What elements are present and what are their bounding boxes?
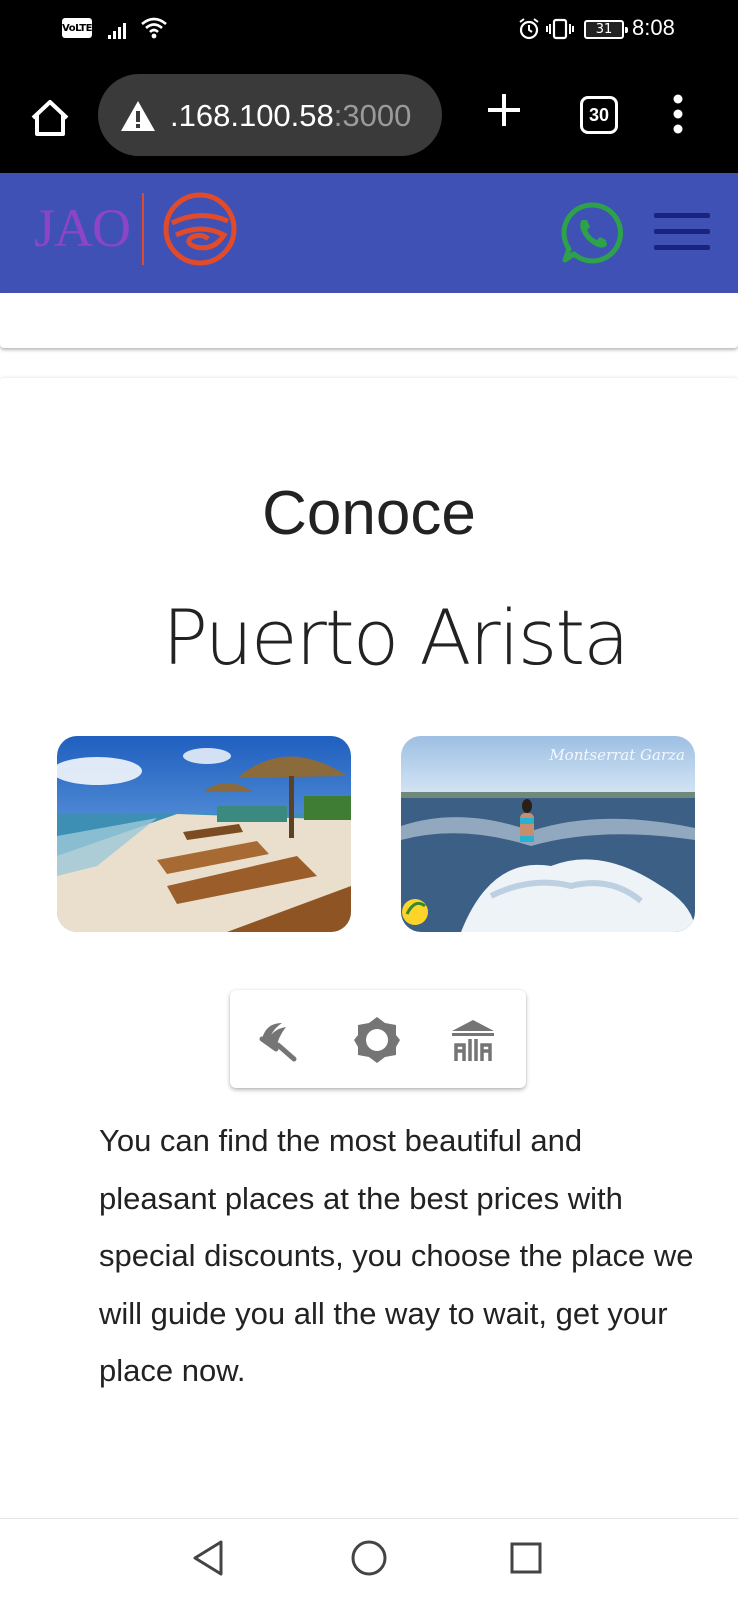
battery-indicator: 31	[584, 20, 628, 39]
home-icon[interactable]	[26, 94, 74, 142]
status-time: 8:08	[632, 15, 675, 40]
beach-photo[interactable]	[57, 736, 351, 932]
collapsed-card	[0, 293, 738, 348]
alarm-icon	[519, 18, 539, 40]
volte-badge: VoLTE	[62, 18, 92, 38]
vibrate-icon	[546, 18, 574, 40]
system-nav-bar	[0, 1518, 738, 1600]
tab-switcher-button[interactable]: 30	[580, 96, 618, 134]
logo-text[interactable]: JAO	[34, 197, 131, 259]
category-toggle-group	[230, 990, 526, 1088]
destination-card: Conoce Puerto Arista Montserrat Garza Yo…	[0, 378, 738, 1518]
photo-watermark: Montserrat Garza	[549, 746, 685, 764]
section-subtitle: Conoce	[262, 479, 476, 548]
section-title: Puerto Arista	[162, 593, 629, 682]
url-text[interactable]: .168.100.58:3000	[170, 98, 411, 134]
description-text: You can find the most beautiful and plea…	[99, 1123, 694, 1388]
warning-icon[interactable]	[120, 100, 156, 132]
url-host: .168.100.58	[170, 98, 334, 133]
beach-umbrella-icon[interactable]	[254, 1015, 304, 1065]
recents-icon[interactable]	[509, 1541, 543, 1575]
signal-icon	[108, 23, 126, 39]
back-icon[interactable]	[191, 1539, 227, 1577]
address-bar[interactable]: .168.100.58:3000	[98, 74, 442, 156]
hamburger-menu-icon[interactable]	[654, 213, 710, 251]
surf-photo[interactable]: Montserrat Garza	[401, 736, 695, 932]
whatsapp-icon[interactable]	[560, 201, 624, 265]
sun-icon[interactable]	[352, 1015, 402, 1065]
browser-toolbar: .168.100.58:3000 30	[0, 58, 738, 173]
status-bar: VoLTE 31 8:08	[0, 0, 738, 58]
url-port: :3000	[333, 98, 412, 133]
logo-divider	[142, 193, 144, 265]
logo-swirl-icon[interactable]	[162, 191, 238, 267]
more-options-icon[interactable]	[672, 94, 684, 134]
home-circle-icon[interactable]	[350, 1539, 388, 1577]
new-tab-icon[interactable]	[486, 92, 522, 128]
wifi-icon	[141, 17, 167, 39]
site-header: JAO	[0, 173, 738, 293]
house-icon[interactable]	[448, 1015, 498, 1065]
